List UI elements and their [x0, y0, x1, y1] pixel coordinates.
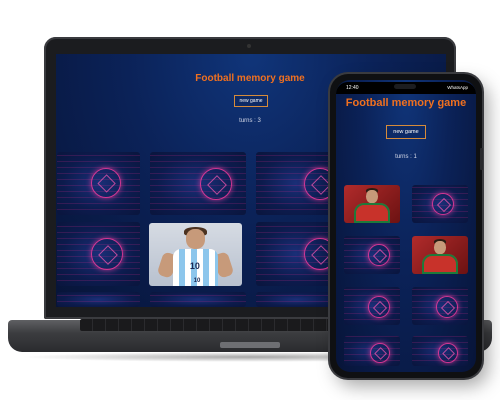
new-game-button[interactable]: new game — [234, 95, 268, 107]
card-back[interactable] — [344, 287, 400, 325]
phone-side-button — [480, 148, 483, 170]
trackpad — [220, 342, 280, 348]
card-back[interactable] — [344, 336, 400, 366]
phone-notch — [394, 84, 416, 89]
card-pattern — [150, 292, 246, 307]
card-back[interactable] — [57, 152, 140, 215]
card-back[interactable] — [150, 152, 246, 215]
card-face-ronaldo[interactable] — [412, 236, 468, 274]
football-icon — [91, 238, 123, 270]
football-icon — [200, 168, 232, 200]
card-back[interactable] — [256, 292, 336, 307]
card-face-ronaldo[interactable] — [344, 185, 400, 223]
phone-page-title: Football memory game — [345, 97, 467, 109]
football-icon — [436, 296, 458, 318]
phone-new-game-button[interactable]: new game — [386, 125, 426, 139]
card-back[interactable] — [256, 152, 336, 215]
football-icon — [432, 193, 454, 215]
football-icon — [438, 343, 458, 363]
card-back[interactable] — [57, 292, 140, 307]
card-back[interactable] — [150, 292, 246, 307]
football-icon — [370, 343, 390, 363]
webcam — [247, 44, 251, 48]
card-back[interactable] — [57, 222, 140, 286]
player-image — [186, 229, 205, 250]
card-back[interactable] — [412, 185, 468, 223]
status-app-label: WhatsApp — [447, 85, 468, 90]
football-icon — [368, 296, 390, 318]
keyboard — [80, 319, 342, 331]
status-time: 12:40 — [346, 85, 359, 91]
card-face-messi[interactable]: 10 10 — [149, 223, 242, 286]
phone-screen — [336, 80, 476, 372]
football-icon — [91, 168, 121, 198]
card-back[interactable] — [412, 287, 468, 325]
player-image — [434, 240, 446, 255]
card-back[interactable] — [256, 222, 336, 286]
player-image — [366, 189, 378, 204]
card-back[interactable] — [412, 336, 468, 366]
phone-turns-counter: turns : 1 — [395, 154, 417, 160]
football-icon — [368, 244, 390, 266]
card-pattern — [256, 292, 336, 307]
card-back[interactable] — [344, 236, 400, 274]
card-pattern — [57, 292, 140, 307]
